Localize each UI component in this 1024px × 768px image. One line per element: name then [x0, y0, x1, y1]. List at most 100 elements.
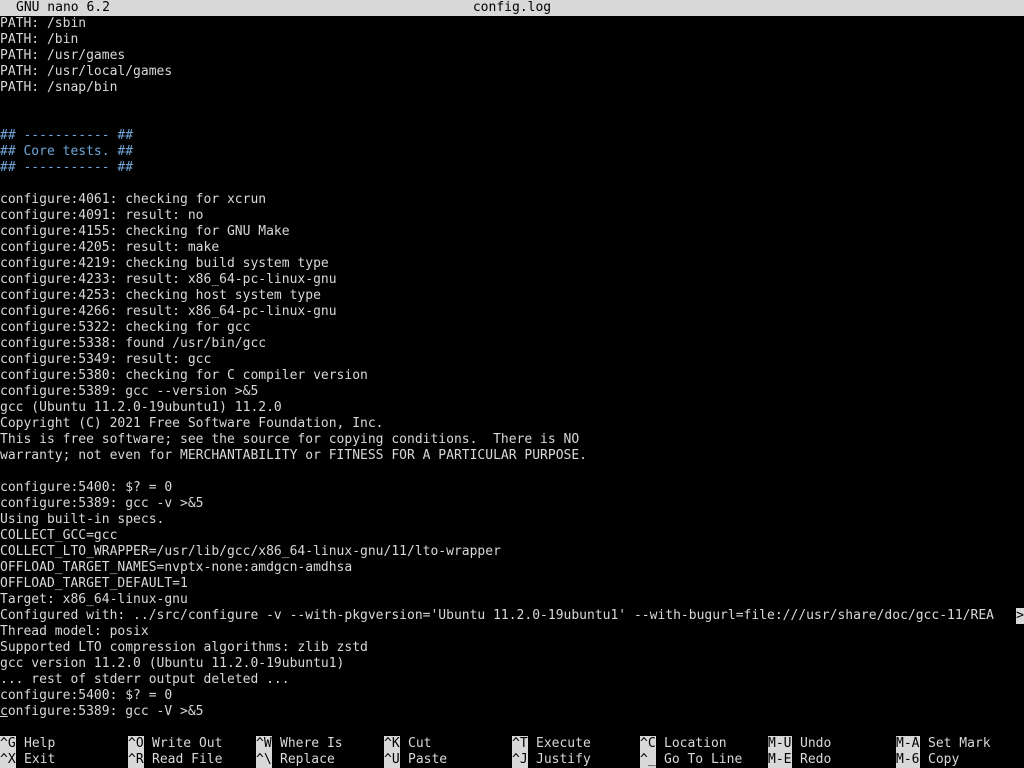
editor-line[interactable]: configure:4219: checking build system ty…: [0, 256, 1024, 272]
shortcut-key: M-6: [896, 752, 920, 768]
line-text: Supported LTO compression algorithms: zl…: [0, 640, 368, 655]
line-text: ... rest of stderr output deleted ...: [0, 672, 290, 687]
editor-line[interactable]: gcc (Ubuntu 11.2.0-19ubuntu1) 11.2.0: [0, 400, 1024, 416]
shortcut-justify[interactable]: ^J Justify: [512, 752, 591, 768]
line-text: configure:5400: $? = 0: [0, 480, 173, 495]
editor-line[interactable]: configure:4061: checking for xcrun: [0, 192, 1024, 208]
shortcut-paste[interactable]: ^U Paste: [384, 752, 447, 768]
line-text: configure:4205: result: make: [0, 240, 220, 255]
shortcut-redo[interactable]: M-E Redo: [768, 752, 831, 768]
editor-line[interactable]: ## ----------- ##: [0, 160, 1024, 176]
shortcut-key: ^X: [0, 752, 16, 768]
editor-line[interactable]: COLLECT_GCC=gcc: [0, 528, 1024, 544]
shortcut-label: Cut: [408, 736, 432, 751]
line-text: COLLECT_GCC=gcc: [0, 528, 118, 543]
editor-line[interactable]: ... rest of stderr output deleted ...: [0, 672, 1024, 688]
line-text: ## ----------- ##: [0, 160, 134, 175]
line-text: PATH: /usr/games: [0, 48, 126, 63]
editor-line[interactable]: PATH: /usr/local/games: [0, 64, 1024, 80]
shortcut-replace[interactable]: ^\ Replace: [256, 752, 335, 768]
line-text: PATH: /usr/local/games: [0, 64, 173, 79]
shortcut-execute[interactable]: ^T Execute: [512, 736, 591, 752]
shortcut-label: Set Mark: [928, 736, 991, 751]
editor-line[interactable]: warranty; not even for MERCHANTABILITY o…: [0, 448, 1024, 464]
editor-line[interactable]: ## Core tests. ##: [0, 144, 1024, 160]
line-text: configure:5400: $? = 0: [0, 688, 173, 703]
editor-line[interactable]: configure:4205: result: make: [0, 240, 1024, 256]
line-text: onfigure:5389: gcc -V >&5: [7, 704, 204, 719]
shortcut-label: Read File: [152, 752, 223, 767]
line-text: Using built-in specs.: [0, 512, 165, 527]
shortcut-label: Justify: [536, 752, 591, 767]
shortcut-cut[interactable]: ^K Cut: [384, 736, 431, 752]
editor-line[interactable]: configure:4155: checking for GNU Make: [0, 224, 1024, 240]
editor-line[interactable]: PATH: /snap/bin: [0, 80, 1024, 96]
nano-terminal: GNU nano 6.2 config.log PATH: /sbin PATH:…: [0, 0, 1024, 768]
shortcut-where-is[interactable]: ^W Where Is: [256, 736, 343, 752]
shortcut-label: Execute: [536, 736, 591, 751]
editor-line[interactable]: configure:5400: $? = 0: [0, 480, 1024, 496]
shortcut-write-out[interactable]: ^O Write Out: [128, 736, 222, 752]
line-text: Target: x86_64-linux-gnu: [0, 592, 188, 607]
line-text: configure:5349: result: gcc: [0, 352, 212, 367]
editor-line[interactable]: configure:5338: found /usr/bin/gcc: [0, 336, 1024, 352]
shortcut-location[interactable]: ^C Location: [640, 736, 727, 752]
editor-line[interactable]: configure:4253: checking host system typ…: [0, 288, 1024, 304]
shortcut-set-mark[interactable]: M-A Set Mark: [896, 736, 991, 752]
shortcut-exit[interactable]: ^X Exit: [0, 752, 55, 768]
editor-line[interactable]: Configured with: ../src/configure -v --w…: [0, 608, 1024, 624]
editor-line[interactable]: configure:4233: result: x86_64-pc-linux-…: [0, 272, 1024, 288]
line-text: configure:5389: gcc -v >&5: [0, 496, 204, 511]
shortcut-key: ^R: [128, 752, 144, 768]
line-text: COLLECT_LTO_WRAPPER=/usr/lib/gcc/x86_64-…: [0, 544, 501, 559]
editor-line[interactable]: [0, 176, 1024, 192]
editor-line[interactable]: [0, 464, 1024, 480]
editor-line[interactable]: ## ----------- ##: [0, 128, 1024, 144]
line-text: ## ----------- ##: [0, 128, 134, 143]
editor-line[interactable]: PATH: /bin: [0, 32, 1024, 48]
text-editor-area[interactable]: PATH: /sbin PATH: /bin PATH: /usr/games PAT…: [0, 16, 1024, 720]
shortcut-key: ^_: [640, 752, 656, 768]
line-text: configure:4091: result: no: [0, 208, 204, 223]
shortcut-copy[interactable]: M-6 Copy: [896, 752, 959, 768]
editor-line[interactable]: [0, 112, 1024, 128]
title-bar: GNU nano 6.2 config.log: [0, 0, 1024, 16]
shortcut-read-file[interactable]: ^R Read File: [128, 752, 222, 768]
editor-line[interactable]: PATH: /sbin: [0, 16, 1024, 32]
editor-line[interactable]: Supported LTO compression algorithms: zl…: [0, 640, 1024, 656]
shortcut-bar: ^G Help ^X Exit ^O Write Out ^R Read File ^W Wher…: [0, 736, 1024, 768]
shortcut-key: M-E: [768, 752, 792, 768]
editor-line[interactable]: gcc version 11.2.0 (Ubuntu 11.2.0-19ubun…: [0, 656, 1024, 672]
line-text: OFFLOAD_TARGET_NAMES=nvptx-none:amdgcn-a…: [0, 560, 353, 575]
editor-line[interactable]: configure:5349: result: gcc: [0, 352, 1024, 368]
editor-line[interactable]: Thread model: posix: [0, 624, 1024, 640]
editor-line[interactable]: configure:4266: result: x86_64-pc-linux-…: [0, 304, 1024, 320]
editor-line[interactable]: configure:5389: gcc -V >&5: [0, 704, 1024, 720]
editor-line[interactable]: COLLECT_LTO_WRAPPER=/usr/lib/gcc/x86_64-…: [0, 544, 1024, 560]
line-text: warranty; not even for MERCHANTABILITY o…: [0, 448, 587, 463]
editor-line[interactable]: PATH: /usr/games: [0, 48, 1024, 64]
editor-line[interactable]: Using built-in specs.: [0, 512, 1024, 528]
editor-line[interactable]: configure:5322: checking for gcc: [0, 320, 1024, 336]
shortcut-key: ^W: [256, 736, 272, 752]
editor-line[interactable]: Target: x86_64-linux-gnu: [0, 592, 1024, 608]
shortcut-label: Replace: [280, 752, 335, 767]
editor-line[interactable]: Copyright (C) 2021 Free Software Foundat…: [0, 416, 1024, 432]
shortcut-help[interactable]: ^G Help: [0, 736, 55, 752]
line-text: Configured with: ../src/configure -v --w…: [0, 608, 994, 623]
line-text: configure:4266: result: x86_64-pc-linux-…: [0, 304, 337, 319]
editor-line[interactable]: OFFLOAD_TARGET_NAMES=nvptx-none:amdgcn-a…: [0, 560, 1024, 576]
editor-line[interactable]: [0, 96, 1024, 112]
editor-line[interactable]: configure:5389: gcc -v >&5: [0, 496, 1024, 512]
editor-line[interactable]: configure:5380: checking for C compiler …: [0, 368, 1024, 384]
shortcut-label: Copy: [928, 752, 960, 767]
shortcut-undo[interactable]: M-U Undo: [768, 736, 831, 752]
line-text: PATH: /sbin: [0, 16, 87, 31]
shortcut-go-to-line[interactable]: ^_ Go To Line: [640, 752, 742, 768]
line-text: This is free software; see the source fo…: [0, 432, 580, 447]
editor-line[interactable]: configure:5400: $? = 0: [0, 688, 1024, 704]
editor-line[interactable]: configure:4091: result: no: [0, 208, 1024, 224]
editor-line[interactable]: OFFLOAD_TARGET_DEFAULT=1: [0, 576, 1024, 592]
editor-line[interactable]: configure:5389: gcc --version >&5: [0, 384, 1024, 400]
editor-line[interactable]: This is free software; see the source fo…: [0, 432, 1024, 448]
